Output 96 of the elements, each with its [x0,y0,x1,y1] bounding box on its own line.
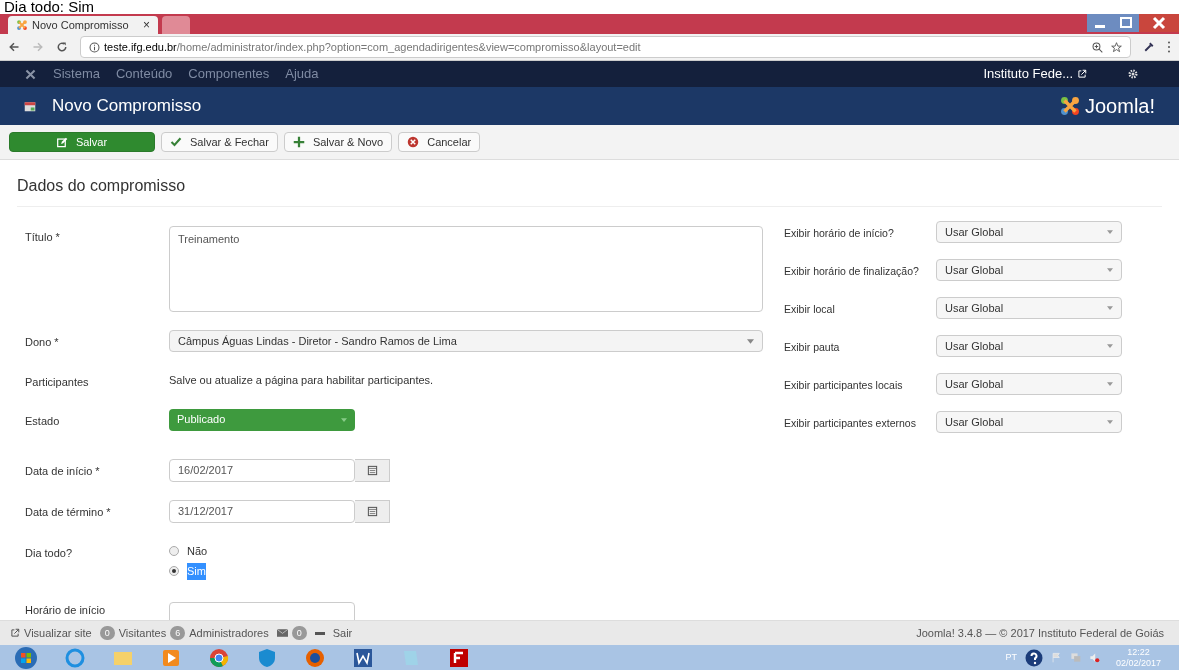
count-badge: 0 [291,626,307,640]
calendar-icon [366,464,378,476]
address-field[interactable]: teste.ifg.edu.br/home/administrator/index.php?option=com_agendadirigentes&view=compromisso&layout=edit [80,36,1131,58]
section-title: Dados do compromisso [17,174,1162,207]
field-label: Estado [24,413,61,429]
status-text: Visitantes [118,625,167,641]
radio-label: Não [187,543,208,559]
url-text: teste.ifg.edu.br/home/administrator/index.php?option=com_agendadirigentes&view=compromisso&layout=edit [104,39,641,55]
info-icon [89,41,100,53]
menu-item[interactable]: Componentes [188,64,270,84]
minimize-icon[interactable] [1087,14,1113,32]
field-label: Dono * [24,335,60,350]
dropdown[interactable]: Usar Global [936,221,1122,243]
field-label: Data de término * [24,504,112,520]
check-icon [170,136,182,148]
calendar-button[interactable] [355,458,390,482]
date-field[interactable]: 31/12/2017 [169,499,355,523]
count-badge: 6 [170,626,186,640]
caret-icon [341,417,347,422]
dropdown[interactable]: Câmpus Águas Lindas - Diretor - Sandro Ramos de Lima [169,330,763,352]
gear-icon[interactable] [1127,68,1139,80]
logo-text: Joomla! [1084,94,1155,119]
dropdown[interactable]: Usar Global [936,411,1122,433]
close-icon[interactable] [1139,14,1179,32]
text-area[interactable]: Treinamento [169,226,763,312]
option-label: Exibir horário de início? [784,226,895,242]
status-text: Administradores [189,625,269,641]
reload-icon[interactable] [56,41,68,53]
plus-icon [292,136,305,148]
filezilla-icon[interactable] [448,646,470,669]
field-label: Participantes [24,375,90,390]
option-label: Exibir participantes externos [784,416,917,432]
calendar-icon [24,100,36,112]
external-link-icon [10,628,20,638]
caret-icon [1107,382,1113,386]
toolbar-button[interactable]: Salvar [9,132,155,152]
dropdown[interactable]: Usar Global [936,373,1122,395]
field-label: Título * [24,230,61,245]
eyedropper-icon[interactable] [1143,41,1155,53]
page-title: Novo Compromisso [52,95,202,118]
tab-title: Novo Compromisso [32,17,130,33]
dropdown[interactable]: Usar Global [936,259,1122,281]
browser-tab[interactable]: Novo Compromisso × [8,16,158,34]
option-label: Exibir horário de finalização? [784,264,920,280]
radio-button[interactable] [169,545,179,556]
caret-icon [1107,344,1113,348]
menu-icon[interactable] [1167,41,1171,53]
field-label: Data de início * [24,463,101,479]
menu-item[interactable]: Conteúdo [115,64,173,84]
caret-icon [1107,230,1113,234]
external-link-icon [1077,69,1087,79]
firefox-icon[interactable] [304,646,326,669]
start-button-icon[interactable] [14,645,38,670]
date-field[interactable]: 16/02/2017 [169,458,355,482]
caret-icon [1107,306,1113,310]
menu-item[interactable]: Sistema [53,64,100,84]
caret-icon [747,338,754,344]
chrome-icon[interactable] [208,646,230,669]
calendar-button[interactable] [355,499,390,523]
text-field[interactable] [169,601,355,620]
word-icon[interactable] [352,646,374,669]
zoom-icon[interactable] [1092,41,1103,53]
dropdown[interactable]: Usar Global [936,297,1122,319]
field-label: Horário de início [24,602,107,618]
footer-text: Joomla! 3.4.8 — © 2017 Instituto Federal de Goiás [916,625,1164,641]
caret-icon [1107,268,1113,272]
edit-icon [56,136,68,148]
maximize-icon[interactable] [1113,14,1139,32]
info-text: Salve ou atualize a página para habilitar participantes. [169,373,435,388]
view-site-link[interactable]: Visualizar site [24,624,92,642]
caption-text: Dia todo: Sim [4,0,95,14]
site-link[interactable]: Instituto Fede... [983,64,1087,84]
toolbar-button[interactable]: Salvar & Fechar [161,132,278,152]
menu-item[interactable]: Ajuda [285,64,319,84]
envelope-icon [276,629,288,637]
caret-icon [1107,420,1113,424]
star-icon[interactable] [1111,41,1122,53]
radio-button[interactable] [169,566,179,577]
status-dropdown[interactable]: Publicado [169,408,355,431]
dropdown[interactable]: Usar Global [936,335,1122,357]
field-label: Dia todo? [24,545,74,561]
close-icon[interactable]: × [143,16,150,34]
option-label: Exibir local [784,302,836,318]
toolbar-button[interactable]: Cancelar [398,132,481,152]
calendar-icon [366,505,378,517]
option-label: Exibir pauta [784,340,841,356]
radio-label: Sim [187,563,206,580]
speaker-icon[interactable] [1088,652,1100,663]
help-icon[interactable] [1024,648,1043,667]
count-badge: 0 [99,626,115,640]
minus-icon [314,631,325,635]
toolbar-button[interactable]: Salvar & Novo [283,132,393,152]
option-label: Exibir participantes locais [784,378,904,394]
logout-link[interactable]: Sair [332,624,353,642]
cancel-icon [407,136,420,148]
back-icon[interactable] [8,41,20,53]
